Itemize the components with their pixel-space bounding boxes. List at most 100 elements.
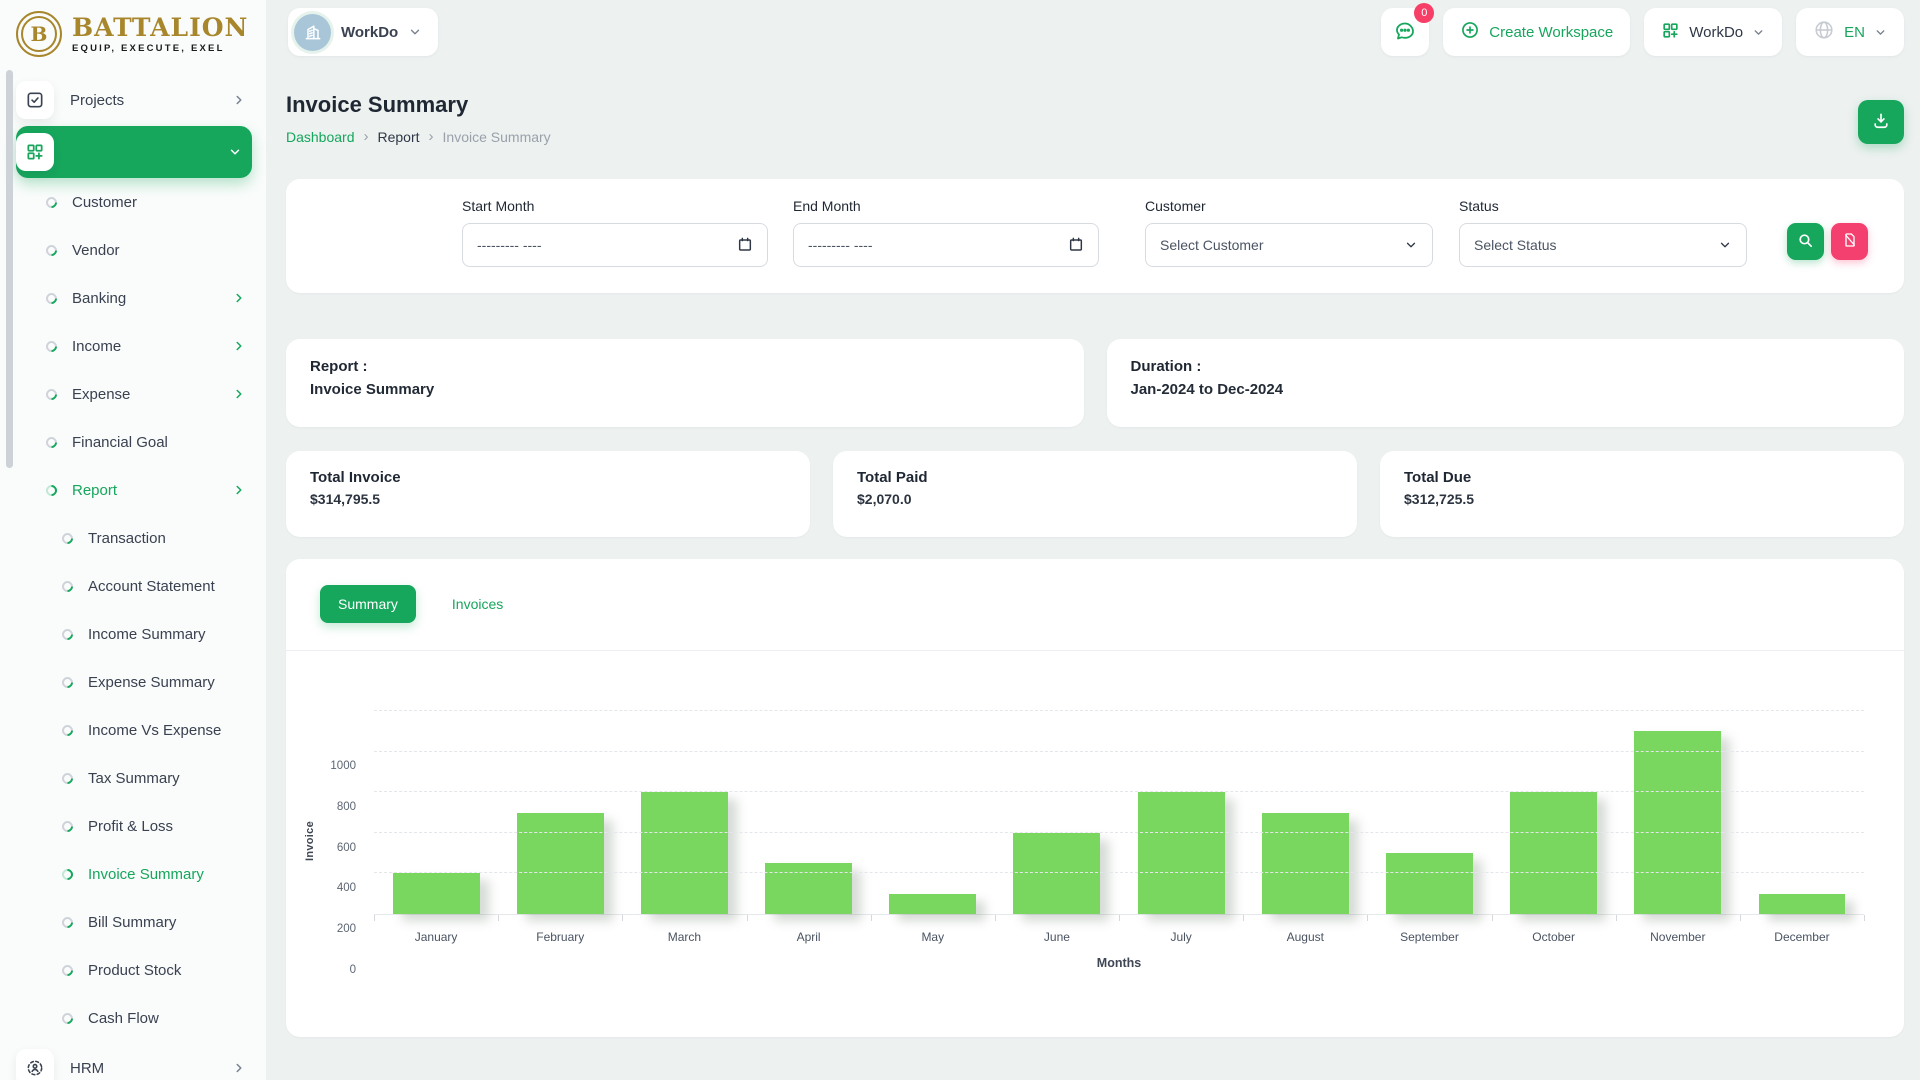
workspace-name: WorkDo xyxy=(341,24,398,41)
workspace-switcher[interactable]: WorkDo xyxy=(288,8,438,56)
y-axis-title: Invoice xyxy=(304,820,316,860)
x-tick-label: August xyxy=(1243,930,1367,944)
x-axis-tick-mark xyxy=(1740,915,1741,921)
messages-button[interactable]: 0 xyxy=(1381,8,1429,56)
customer-select[interactable]: Select Customer xyxy=(1145,223,1433,267)
total-due-label: Total Due xyxy=(1404,469,1880,486)
sidebar-item-tax-summary[interactable]: Tax Summary xyxy=(16,754,252,802)
x-axis-ticks xyxy=(374,915,1864,922)
bar-july xyxy=(1138,792,1225,914)
y-axis-ticks: 02004006008001000 xyxy=(316,711,364,970)
bullet-icon xyxy=(60,722,76,738)
bullet-icon xyxy=(44,290,60,306)
breadcrumb-report: Report xyxy=(378,129,420,145)
x-tick-label: February xyxy=(498,930,622,944)
sidebar-item-expense[interactable]: Expense xyxy=(16,370,252,418)
sidebar-item-financial-goal[interactable]: Financial Goal xyxy=(16,418,252,466)
chart-tabs: Summary Invoices xyxy=(286,585,1904,623)
sidebar-item-income[interactable]: Income xyxy=(16,322,252,370)
bar-column-october xyxy=(1492,711,1616,914)
bullet-icon xyxy=(60,674,76,690)
breadcrumb-dashboard[interactable]: Dashboard xyxy=(286,129,355,145)
bar-column-december xyxy=(1740,711,1864,914)
sidebar-item-label: Income Vs Expense xyxy=(88,722,221,739)
sidebar-item-accounting[interactable]: Accounting xyxy=(16,126,252,178)
sidebar-item-invoice-summary[interactable]: Invoice Summary xyxy=(16,850,252,898)
y-tick-label: 0 xyxy=(350,964,356,976)
sidebar-item-label: Profit & Loss xyxy=(88,818,173,835)
total-invoice-label: Total Invoice xyxy=(310,469,786,486)
brand-logo[interactable]: B BATTALION EQUIP, EXECUTE, EXEL xyxy=(0,0,266,66)
search-button[interactable] xyxy=(1787,223,1824,260)
bar-september xyxy=(1386,853,1473,914)
sidebar-item-label: Income xyxy=(72,338,121,355)
report-duration-row: Report : Invoice Summary Duration : Jan-… xyxy=(286,339,1904,427)
messages-badge: 0 xyxy=(1414,3,1434,23)
bar-column-february xyxy=(498,711,622,914)
sidebar-item-vendor[interactable]: Vendor xyxy=(16,226,252,274)
bullet-icon xyxy=(60,962,76,978)
bar-december xyxy=(1759,894,1846,914)
sidebar-item-account-statement[interactable]: Account Statement xyxy=(16,562,252,610)
sidebar-item-product-stock[interactable]: Product Stock xyxy=(16,946,252,994)
x-tick-label: July xyxy=(1119,930,1243,944)
sidebar-item-bill-summary[interactable]: Bill Summary xyxy=(16,898,252,946)
sidebar-item-customer[interactable]: Customer xyxy=(16,178,252,226)
x-tick-label: April xyxy=(747,930,871,944)
gridline-400 xyxy=(374,832,1864,833)
end-month-input[interactable]: --------- ---- xyxy=(793,223,1099,267)
bar-february xyxy=(517,813,604,915)
sidebar-item-transaction[interactable]: Transaction xyxy=(16,514,252,562)
duration-card: Duration : Jan-2024 to Dec-2024 xyxy=(1107,339,1905,427)
chevron-down-icon xyxy=(1874,26,1887,39)
status-select[interactable]: Select Status xyxy=(1459,223,1747,267)
globe-icon xyxy=(1813,19,1835,45)
total-due-card: Total Due $312,725.5 xyxy=(1380,451,1904,537)
sidebar-item-income-vs-expense[interactable]: Income Vs Expense xyxy=(16,706,252,754)
plus-circle-icon xyxy=(1460,20,1480,44)
y-tick-label: 1000 xyxy=(330,760,356,772)
status-select-value: Select Status xyxy=(1474,237,1718,253)
sidebar-item-label: Invoice Summary xyxy=(88,866,204,883)
reset-filter-button[interactable] xyxy=(1831,223,1868,260)
bullet-icon xyxy=(44,338,60,354)
tab-invoices[interactable]: Invoices xyxy=(434,585,521,623)
bar-column-june xyxy=(995,711,1119,914)
chart-card: Summary Invoices Invoice 020040060080010… xyxy=(286,559,1904,1037)
bullet-icon xyxy=(60,866,76,882)
x-tick-label: May xyxy=(871,930,995,944)
x-tick-label: June xyxy=(995,930,1119,944)
sidebar-item-expense-summary[interactable]: Expense Summary xyxy=(16,658,252,706)
tab-summary[interactable]: Summary xyxy=(320,585,416,623)
y-tick-label: 600 xyxy=(337,842,356,854)
bar-november xyxy=(1634,731,1721,914)
x-tick-label: October xyxy=(1492,930,1616,944)
create-workspace-button[interactable]: Create Workspace xyxy=(1443,8,1630,56)
total-due-value: $312,725.5 xyxy=(1404,491,1880,507)
grid-plus-icon xyxy=(1661,21,1680,44)
gridline-200 xyxy=(374,872,1864,873)
download-button[interactable] xyxy=(1858,100,1904,144)
sidebar-item-label: Cash Flow xyxy=(88,1010,159,1027)
chevron-right-icon xyxy=(232,291,252,305)
start-month-input[interactable]: --------- ---- xyxy=(462,223,768,267)
y-tick-label: 200 xyxy=(337,923,356,935)
sidebar-item-projects[interactable]: Projects xyxy=(16,74,252,126)
sidebar-item-profit-loss[interactable]: Profit & Loss xyxy=(16,802,252,850)
x-axis-labels: JanuaryFebruaryMarchAprilMayJuneJulyAugu… xyxy=(374,930,1864,944)
bullet-icon xyxy=(60,818,76,834)
bar-may xyxy=(889,894,976,914)
chart-plot xyxy=(374,711,1864,915)
total-paid-card: Total Paid $2,070.0 xyxy=(833,451,1357,537)
workdo-menu-button[interactable]: WorkDo xyxy=(1644,8,1782,56)
sidebar: B BATTALION EQUIP, EXECUTE, EXEL Project… xyxy=(0,0,266,1080)
sidebar-item-income-summary[interactable]: Income Summary xyxy=(16,610,252,658)
sidebar-item-report[interactable]: Report xyxy=(16,466,252,514)
language-button[interactable]: EN xyxy=(1796,8,1904,56)
sidebar-item-banking[interactable]: Banking xyxy=(16,274,252,322)
sidebar-item-cash-flow[interactable]: Cash Flow xyxy=(16,994,252,1042)
x-axis-tick-mark xyxy=(1119,915,1120,921)
sidebar-item-hrm[interactable]: HRM xyxy=(16,1042,252,1080)
sidebar-scrollbar[interactable] xyxy=(6,70,13,468)
bar-january xyxy=(393,873,480,914)
